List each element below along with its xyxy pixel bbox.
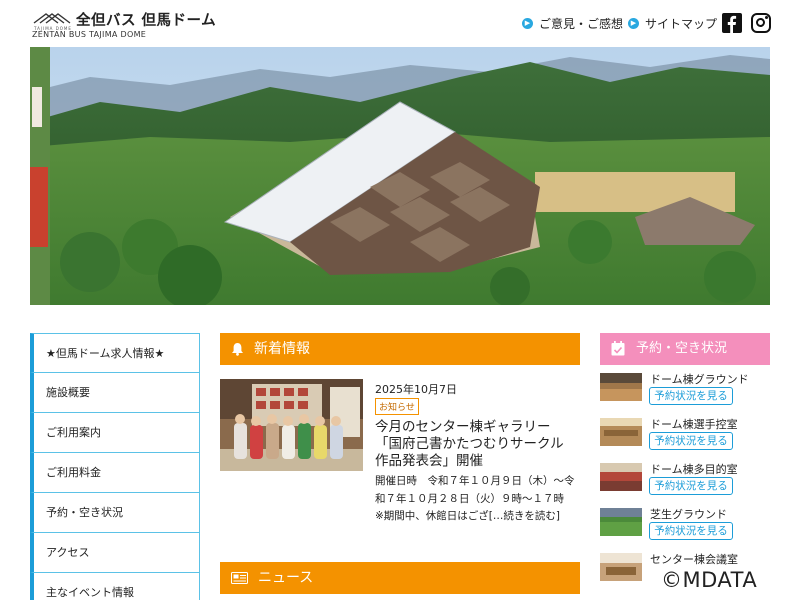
dome-multipurpose-photo (600, 463, 642, 491)
view-reservation-button[interactable]: 予約状況を見る (649, 522, 733, 540)
news-section-title: 新着情報 (254, 341, 310, 357)
copyright-watermark: ©MDATA (661, 568, 758, 592)
reservation-section-header: 予約・空き状況 (600, 333, 770, 365)
gallery-group-photo (220, 379, 363, 471)
view-reservation-button[interactable]: 予約状況を見る (649, 477, 733, 495)
feedback-link[interactable]: ▶ ご意見・ご感想 (522, 15, 623, 32)
reservation-item-name: センター棟会議室 (650, 553, 738, 566)
sidebar-item-facility-overview[interactable]: 施設概要 (30, 373, 200, 413)
news-category-badge: お知らせ (375, 398, 419, 415)
news-excerpt[interactable]: 開催日時 令和７年１０月９日（木）～令和７年１０月２８日（火）９時～１７時 ※期… (375, 473, 585, 526)
lawn-ground-thumbnail (600, 508, 642, 536)
sidebar-item-recruitment[interactable]: ★但馬ドーム求人情報★ (30, 333, 200, 373)
dome-logo-icon (33, 13, 71, 24)
news-title-link[interactable]: 今月のセンター棟ギャラリー「国府己書かたつむりサークル作品発表会」開催 (375, 419, 573, 470)
reservation-item-name: ドーム棟グラウンド (650, 373, 749, 386)
reservation-item-dome-multipurpose: ドーム棟多目的室 予約状況を見る (600, 463, 770, 505)
sidebar-item-access[interactable]: アクセス (30, 533, 200, 573)
dome-locker-thumbnail (600, 418, 642, 446)
reservation-section-title: 予約・空き状況 (636, 341, 728, 356)
sidebar-nav: ★但馬ドーム求人情報★ 施設概要 ご利用案内 ご利用料金 予約・空き状況 アクセ… (30, 333, 200, 600)
dome-multipurpose-thumbnail (600, 463, 642, 491)
center-meeting-photo (600, 553, 642, 581)
sidebar-item-reservation[interactable]: 予約・空き状況 (30, 493, 200, 533)
site-logo[interactable]: TAJIMA DOME 全但バス 但馬ドーム ZENTAN BUS TAJIMA… (32, 9, 216, 41)
site-header: TAJIMA DOME 全但バス 但馬ドーム ZENTAN BUS TAJIMA… (0, 0, 800, 46)
reservation-item-name: 芝生グラウンド (650, 508, 727, 521)
news-section-header: 新着情報 (220, 333, 580, 365)
reservation-item-lawn-ground: 芝生グラウンド 予約状況を見る (600, 508, 770, 550)
feedback-link-label: ご意見・ご感想 (539, 17, 624, 31)
lawn-ground-photo (600, 508, 642, 536)
arrow-right-icon: ▶ (522, 18, 533, 29)
dome-ground-photo (600, 373, 642, 401)
center-meeting-thumbnail (600, 553, 642, 581)
arrow-right-icon: ▶ (628, 18, 639, 29)
hero-image (30, 47, 770, 305)
instagram-icon[interactable] (751, 13, 771, 33)
sitemap-link-label: サイトマップ (645, 17, 718, 31)
sidebar-item-events[interactable]: 主なイベント情報 (30, 573, 200, 600)
logo-japanese-name: 全但バス 但馬ドーム (76, 13, 217, 29)
view-reservation-button[interactable]: 予約状況を見る (649, 432, 733, 450)
news2-section-header: ニュース (220, 562, 580, 594)
reservation-item-name: ドーム棟選手控室 (650, 418, 738, 431)
news2-section-title: ニュース (258, 570, 314, 586)
logo-english-name: ZENTAN BUS TAJIMA DOME (32, 30, 147, 39)
sidebar-item-fees[interactable]: ご利用料金 (30, 453, 200, 493)
reservation-item-dome-locker: ドーム棟選手控室 予約状況を見る (600, 418, 770, 460)
reservation-item-name: ドーム棟多目的室 (650, 463, 738, 476)
tajima-dome-aerial-photo (30, 47, 770, 305)
news-thumbnail[interactable] (220, 379, 363, 471)
calendar-check-icon (611, 341, 625, 356)
facebook-glyph (727, 15, 737, 33)
sidebar-item-usage-guide[interactable]: ご利用案内 (30, 413, 200, 453)
sitemap-link[interactable]: ▶ サイトマップ (628, 15, 717, 32)
reservation-item-dome-ground: ドーム棟グラウンド 予約状況を見る (600, 373, 770, 415)
news-date: 2025年10月7日 (375, 383, 457, 396)
newspaper-icon (231, 572, 248, 584)
view-reservation-button[interactable]: 予約状況を見る (649, 387, 733, 405)
dome-ground-thumbnail (600, 373, 642, 401)
dome-locker-photo (600, 418, 642, 446)
bell-icon (232, 343, 243, 356)
facebook-icon[interactable] (722, 13, 742, 33)
